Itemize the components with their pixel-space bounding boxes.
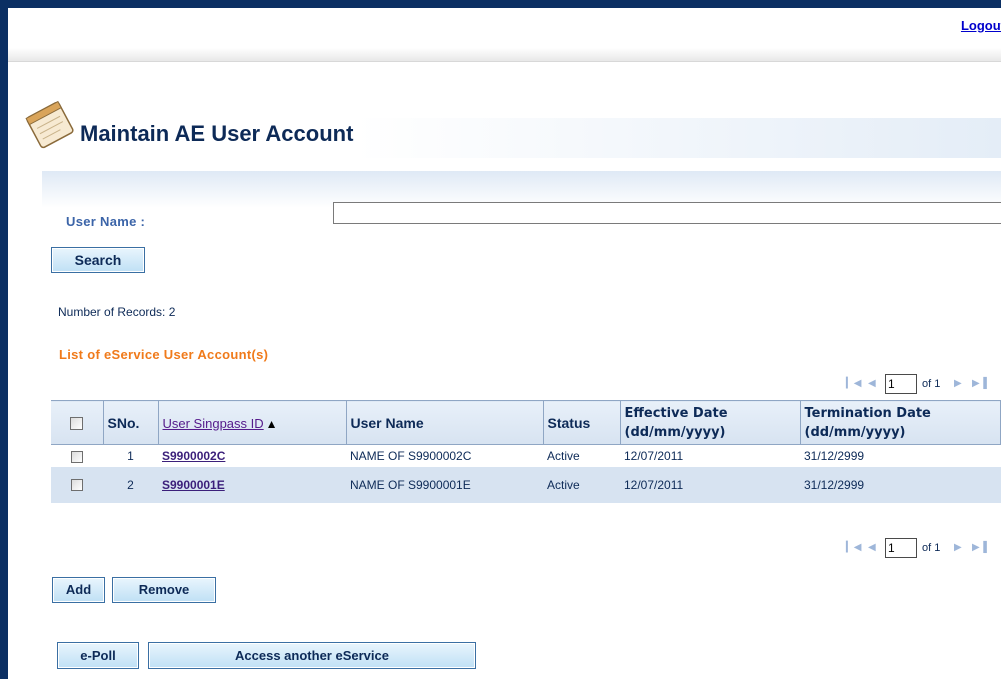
- table-header-row: SNo. User Singpass ID ▲ User Name Status …: [51, 400, 1001, 445]
- row-singpass-id-link[interactable]: S9900001E: [162, 478, 225, 492]
- table-row: 2 S9900001E NAME OF S9900001E Active 12/…: [51, 466, 1001, 503]
- first-page-icon[interactable]: ▎◀: [846, 378, 861, 389]
- next-page-icon[interactable]: ▶: [954, 378, 962, 389]
- record-count: Number of Records: 2: [58, 305, 176, 319]
- prev-page-icon[interactable]: ◀: [868, 378, 876, 389]
- row-select-cell: [51, 445, 103, 467]
- last-page-icon[interactable]: ▶▐: [972, 378, 987, 389]
- user-account-table: SNo. User Singpass ID ▲ User Name Status …: [51, 400, 1001, 503]
- user-name-input[interactable]: [333, 202, 1001, 224]
- search-button[interactable]: Search: [51, 247, 145, 273]
- app-frame: Logout Maintain AE User Account User Nam…: [8, 8, 1001, 679]
- status-header: Status: [543, 400, 621, 445]
- logout-link[interactable]: Logout: [961, 18, 1001, 33]
- row-singpass-id-link[interactable]: S9900002C: [162, 449, 225, 463]
- row-user-name: NAME OF S9900001E: [346, 466, 543, 503]
- row-termination-date: 31/12/2999: [804, 448, 865, 463]
- row-status: Active: [543, 466, 620, 503]
- user-name-label: User Name :: [66, 214, 146, 229]
- row-sno: 1: [127, 448, 134, 463]
- termination-date-label: Termination Date: [804, 405, 931, 421]
- select-all-checkbox[interactable]: [70, 417, 84, 431]
- effective-date-format: (dd/mm/yyyy): [624, 424, 726, 440]
- access-another-eservice-button[interactable]: Access another eService: [148, 642, 476, 669]
- sort-ascending-icon: ▲: [265, 416, 278, 431]
- add-button[interactable]: Add: [52, 577, 105, 603]
- row-sno: 2: [103, 466, 158, 503]
- next-page-icon[interactable]: ▶: [954, 542, 962, 553]
- row-status: Active: [547, 448, 580, 463]
- list-title: List of eService User Account(s): [59, 347, 269, 362]
- first-page-icon[interactable]: ▎◀: [846, 542, 861, 553]
- effective-date-label: Effective Date: [624, 405, 728, 421]
- page-total-label: of 1: [922, 542, 941, 554]
- notepad-icon: [25, 100, 74, 149]
- row-select-cell: [51, 466, 103, 503]
- remove-button[interactable]: Remove: [112, 577, 216, 603]
- singpass-id-sort-link[interactable]: User Singpass ID: [163, 416, 264, 431]
- effective-date-header: Effective Date (dd/mm/yyyy): [620, 400, 801, 445]
- pager-bottom: ▎◀ ◀ of 1 ▶ ▶▐: [844, 538, 1001, 558]
- row-user-name: NAME OF S9900002C: [350, 448, 472, 463]
- row-checkbox[interactable]: [71, 450, 83, 463]
- pager-top: ▎◀ ◀ of 1 ▶ ▶▐: [844, 374, 1001, 394]
- page-number-input[interactable]: [885, 374, 917, 394]
- top-bar: Logout: [8, 8, 1001, 62]
- last-page-icon[interactable]: ▶▐: [972, 542, 987, 553]
- page-total-label: of 1: [922, 378, 941, 390]
- e-poll-button[interactable]: e-Poll: [57, 642, 139, 669]
- row-effective-date: 12/07/2011: [620, 466, 800, 503]
- termination-date-format: (dd/mm/yyyy): [804, 424, 906, 440]
- sno-header: SNo.: [103, 400, 159, 445]
- select-all-header: [51, 400, 104, 445]
- termination-date-header: Termination Date (dd/mm/yyyy): [800, 400, 1001, 445]
- page-title: Maintain AE User Account: [80, 121, 354, 146]
- row-checkbox[interactable]: [71, 479, 83, 492]
- table-row: 1 S9900002C NAME OF S9900002C Active 12/…: [51, 445, 1001, 467]
- user-name-header: User Name: [346, 400, 544, 445]
- page-number-input[interactable]: [885, 538, 917, 558]
- singpass-id-header[interactable]: User Singpass ID ▲: [158, 400, 347, 445]
- row-singpass-id-cell: S9900002C: [158, 445, 346, 467]
- row-singpass-id-cell: S9900001E: [158, 466, 346, 503]
- row-effective-date: 12/07/2011: [624, 448, 684, 463]
- row-termination-date: 31/12/2999: [800, 466, 1001, 503]
- prev-page-icon[interactable]: ◀: [868, 542, 876, 553]
